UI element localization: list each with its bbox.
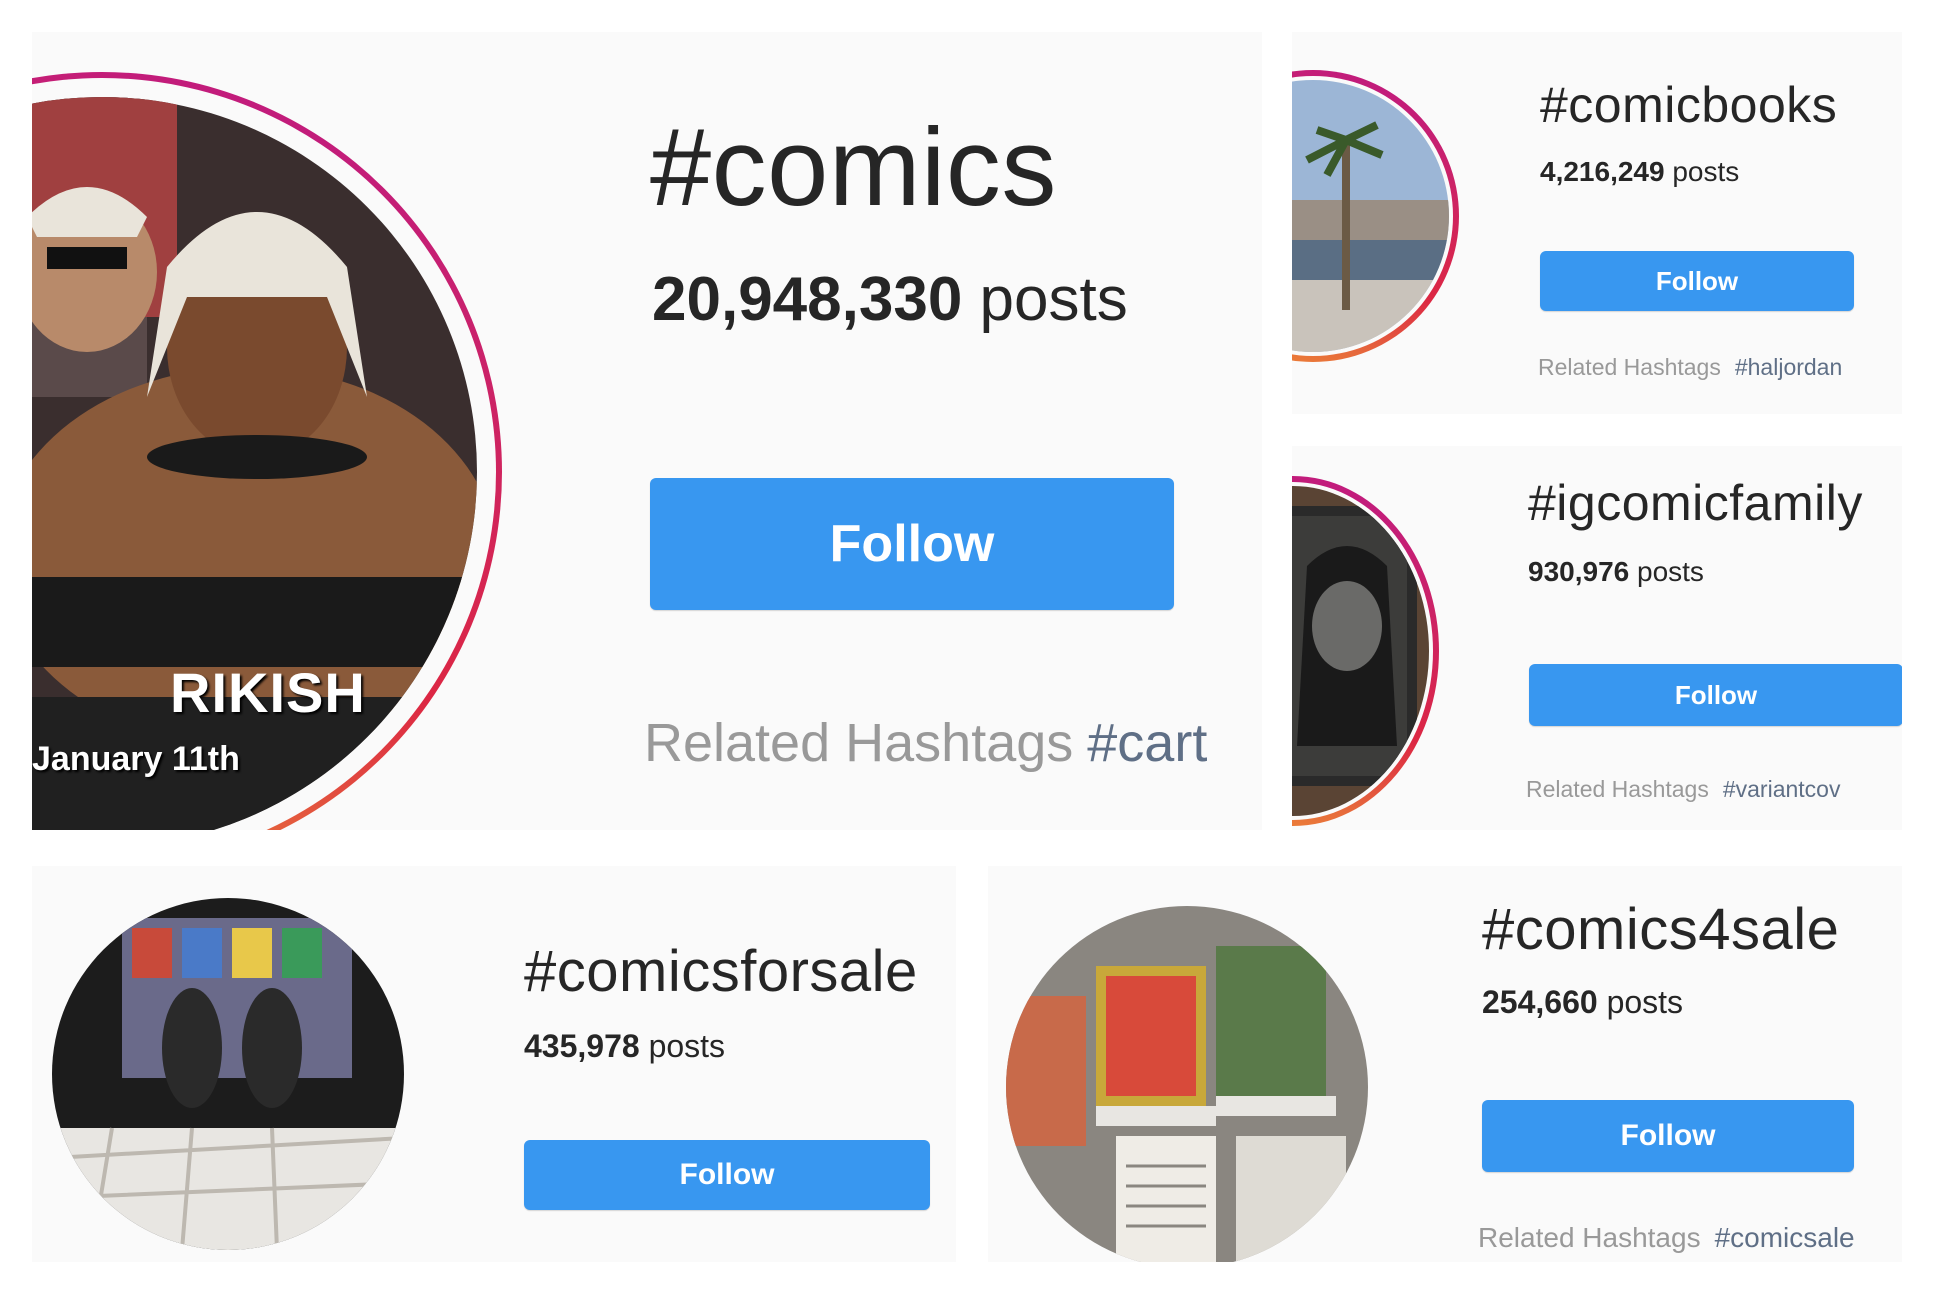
- follow-button[interactable]: Follow: [1482, 1100, 1854, 1172]
- related-hashtags: Related Hashtags #cart: [644, 712, 1207, 774]
- post-count-value: 4,216,249: [1540, 156, 1665, 187]
- hashtag-title: #comics: [650, 106, 1057, 229]
- follow-button[interactable]: Follow: [1540, 251, 1854, 311]
- hashtag-title: #igcomicfamily: [1528, 475, 1863, 531]
- hashtag-panel-comics: RIKISH January 11th #comics 20,948,330 p…: [32, 32, 1262, 830]
- post-count-unit: posts: [1672, 156, 1740, 187]
- post-count-unit: posts: [1637, 556, 1704, 587]
- hashtag-title: #comics4sale: [1482, 897, 1840, 962]
- related-hashtag-link[interactable]: #variantcov: [1723, 776, 1841, 802]
- post-count: 20,948,330 posts: [652, 264, 1128, 335]
- related-hashtags-label: Related Hashtags: [1478, 1222, 1701, 1253]
- post-count-unit: posts: [979, 265, 1128, 334]
- post-count-value: 930,976: [1528, 556, 1630, 587]
- hashtag-panel-igcomicfamily: #igcomicfamily 930,976 posts Follow Rela…: [1292, 446, 1902, 830]
- post-count-unit: posts: [1606, 984, 1684, 1020]
- post-count-value: 20,948,330: [652, 265, 963, 334]
- follow-button[interactable]: Follow: [1529, 664, 1902, 726]
- related-hashtags-label: Related Hashtags: [1538, 354, 1721, 380]
- post-count: 4,216,249 posts: [1540, 156, 1739, 188]
- post-count: 435,978 posts: [524, 1028, 725, 1065]
- related-hashtags-label: Related Hashtags: [1526, 776, 1709, 802]
- hashtag-profile-image[interactable]: [1006, 906, 1368, 1262]
- follow-button[interactable]: Follow: [650, 478, 1174, 610]
- hashtag-profile-image[interactable]: [1292, 486, 1429, 816]
- post-count: 930,976 posts: [1528, 556, 1704, 588]
- post-count-unit: posts: [648, 1028, 726, 1064]
- post-count: 254,660 posts: [1482, 984, 1683, 1021]
- related-hashtags: Related Hashtags #comicsale: [1478, 1222, 1855, 1254]
- hashtag-title: #comicsforsale: [524, 939, 918, 1004]
- hashtag-profile-image[interactable]: [1292, 80, 1449, 352]
- hashtag-title: #comicbooks: [1540, 77, 1838, 133]
- hashtag-panel-comicsforsale: #comicsforsale 435,978 posts Follow: [32, 866, 956, 1262]
- hashtag-panel-comicbooks: #comicbooks 4,216,249 posts Follow Relat…: [1292, 32, 1902, 414]
- related-hashtags: Related Hashtags #haljordan: [1538, 354, 1842, 381]
- related-hashtag-link[interactable]: #cart: [1087, 713, 1207, 773]
- follow-button[interactable]: Follow: [524, 1140, 930, 1210]
- related-hashtags: Related Hashtags #variantcov: [1526, 776, 1840, 803]
- hashtag-panel-comics4sale: #comics4sale 254,660 posts Follow Relate…: [988, 866, 1902, 1262]
- related-hashtags-label: Related Hashtags: [644, 713, 1074, 773]
- related-hashtag-link[interactable]: #haljordan: [1735, 354, 1842, 380]
- related-hashtag-link[interactable]: #comicsale: [1715, 1222, 1855, 1253]
- hashtag-profile-image[interactable]: [52, 898, 404, 1250]
- post-count-value: 435,978: [524, 1028, 640, 1064]
- photo-caption-name: RIKISH: [170, 661, 366, 724]
- post-count-value: 254,660: [1482, 984, 1598, 1020]
- photo-caption-date: January 11th: [32, 740, 240, 778]
